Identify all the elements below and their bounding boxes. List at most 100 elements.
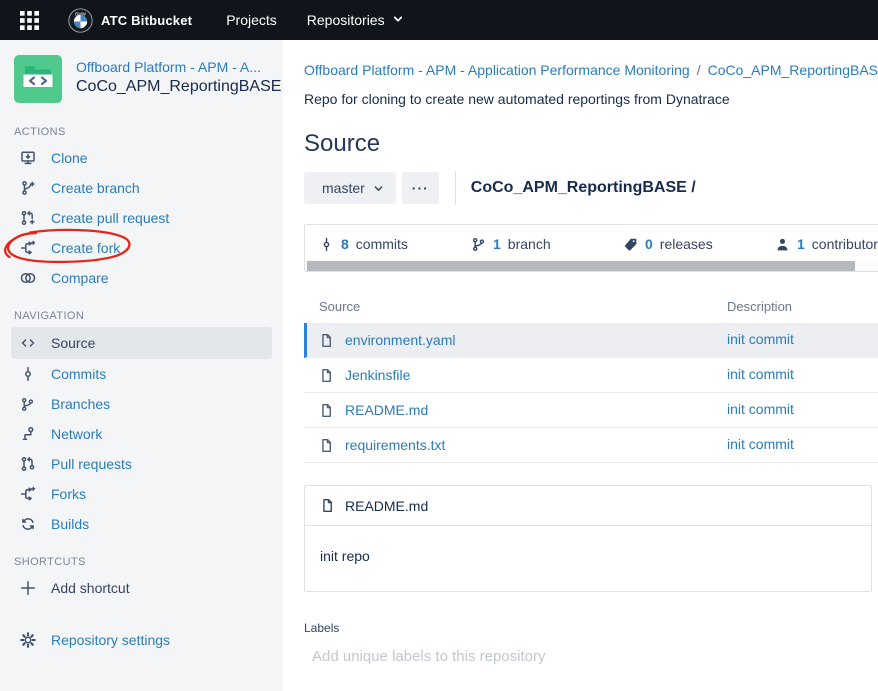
caret-down-icon (372, 182, 385, 195)
table-row-requirements-txt[interactable]: requirements.txt init commit (304, 428, 878, 463)
sidebar-item-label: Source (51, 335, 95, 351)
stat-releases[interactable]: 0releases (623, 236, 775, 252)
sidebar-item-create-pull-request[interactable]: Create pull request (0, 203, 283, 233)
commit-icon (319, 237, 334, 252)
page-title: Source (304, 130, 878, 158)
commit-message-link[interactable]: init commit (727, 401, 794, 417)
commit-message-link[interactable]: init commit (727, 331, 794, 347)
nav-repositories[interactable]: Repositories (307, 12, 405, 29)
main-content: Offboard Platform - APM - Application Pe… (283, 40, 878, 691)
stat-count: 0 (645, 236, 653, 252)
file-link[interactable]: environment.yaml (345, 332, 456, 348)
sidebar-repo-name: CoCo_APM_ReportingBASE (76, 78, 269, 96)
file-name-cell: requirements.txt (319, 437, 727, 453)
sidebar-item-label: Create branch (51, 180, 140, 196)
pull-request-icon (20, 456, 38, 472)
repo-stats: 8commits 1 branch 0releases1contributor (304, 224, 878, 272)
sidebar-item-label: Create fork (51, 240, 120, 256)
stat-count: 1 (493, 236, 501, 252)
file-link[interactable]: Jenkinsfile (345, 367, 410, 383)
branch-icon (20, 396, 38, 412)
stat-label: commits (356, 236, 408, 252)
brand-name: ATC Bitbucket (101, 13, 192, 28)
sidebar-item-forks[interactable]: Forks (0, 479, 283, 509)
branch-plus-icon (20, 180, 38, 196)
file-description-cell: init commit (727, 436, 878, 454)
stats-scrollbar[interactable] (305, 261, 878, 271)
readme-body: init repo (305, 526, 871, 591)
file-icon (319, 403, 334, 418)
sidebar-item-builds[interactable]: Builds (0, 509, 283, 539)
labels-input[interactable] (304, 644, 644, 669)
sidebar-item-network[interactable]: Network (0, 419, 283, 449)
file-name-cell: README.md (319, 402, 727, 418)
file-icon (319, 368, 334, 383)
sidebar-item-clone[interactable]: Clone (0, 143, 283, 173)
sidebar-item-label: Network (51, 426, 102, 442)
caret-down-icon (391, 12, 405, 29)
sidebar-item-pull-requests[interactable]: Pull requests (0, 449, 283, 479)
file-description-cell: init commit (727, 401, 878, 419)
file-link[interactable]: requirements.txt (345, 437, 445, 453)
sidebar-item-label: Compare (51, 270, 109, 286)
sidebar-project-link[interactable]: Offboard Platform - APM - A... (76, 59, 269, 75)
readme-header: README.md (305, 486, 871, 526)
sidebar-item-label: Repository settings (51, 632, 170, 648)
file-name-cell: environment.yaml (319, 332, 727, 348)
readme-panel: README.md init repo (304, 485, 872, 592)
sidebar-item-label: Builds (51, 516, 89, 532)
repo-titles: Offboard Platform - APM - A... CoCo_APM_… (76, 55, 269, 96)
readme-title: README.md (345, 498, 428, 514)
repo-description: Repo for cloning to create new automated… (304, 91, 878, 107)
repo-avatar-icon (14, 55, 62, 103)
tag-icon (623, 237, 638, 252)
stat-label: branch (508, 236, 551, 252)
stat-label: contributor (812, 236, 878, 252)
current-path: CoCo_APM_ReportingBASE / (471, 179, 696, 197)
sidebar-item-compare[interactable]: Compare (0, 263, 283, 293)
sidebar-item-add-shortcut[interactable]: Add shortcut (0, 573, 283, 603)
breadcrumb-repo-link[interactable]: CoCo_APM_ReportingBASE (708, 62, 878, 78)
stats-scrollbar-thumb[interactable] (307, 261, 855, 271)
file-link[interactable]: README.md (345, 402, 428, 418)
sidebar-item-commits[interactable]: Commits (0, 359, 283, 389)
sidebar-item-label: Commits (51, 366, 106, 382)
sidebar-item-label: Add shortcut (51, 580, 130, 596)
app-switcher-grid-icon[interactable] (14, 5, 44, 35)
commit-message-link[interactable]: init commit (727, 366, 794, 382)
stat-contributor[interactable]: 1contributor (775, 236, 878, 252)
section-label-shortcuts: SHORTCUTS (14, 556, 269, 568)
nav-projects[interactable]: Projects (226, 12, 277, 28)
branch-selector-label: master (322, 180, 365, 196)
sidebar-item-create-branch[interactable]: Create branch (0, 173, 283, 203)
grid-icon (20, 11, 39, 30)
table-row-readme-md[interactable]: README.md init commit (304, 393, 878, 428)
pull-request-plus-icon (20, 210, 38, 226)
sidebar-item-label: Create pull request (51, 210, 169, 226)
branch-selector-button[interactable]: master (304, 172, 396, 204)
sidebar-item-repository-settings[interactable]: Repository settings (0, 625, 283, 655)
file-description-cell: init commit (727, 366, 878, 384)
nav-link-label: Repositories (307, 12, 385, 28)
commit-message-link[interactable]: init commit (727, 436, 794, 452)
stat-commits[interactable]: 8commits (319, 236, 471, 252)
sidebar-item-label: Pull requests (51, 456, 132, 472)
navbar-links: Projects Repositories (226, 12, 404, 29)
sidebar-item-source[interactable]: Source (11, 327, 272, 359)
labels-label: Labels (304, 621, 878, 635)
stat-branch[interactable]: 1 branch (471, 236, 623, 252)
commit-icon (20, 366, 38, 382)
nav-link-label: Projects (226, 12, 277, 28)
breadcrumb-project-link[interactable]: Offboard Platform - APM - Application Pe… (304, 62, 690, 78)
sidebar-item-branches[interactable]: Branches (0, 389, 283, 419)
sidebar-item-create-fork[interactable]: Create fork (0, 233, 283, 263)
table-row-environment-yaml[interactable]: environment.yaml init commit (304, 323, 878, 358)
file-icon (320, 498, 335, 513)
repo-avatar (14, 55, 62, 103)
sidebar-item-label: Forks (51, 486, 86, 502)
brand[interactable]: BMW ATC Bitbucket (68, 8, 192, 33)
table-row-jenkinsfile[interactable]: Jenkinsfile init commit (304, 358, 878, 393)
compare-icon (20, 270, 38, 286)
more-actions-button[interactable]: ··· (402, 172, 439, 204)
toolbar-divider (455, 171, 456, 205)
